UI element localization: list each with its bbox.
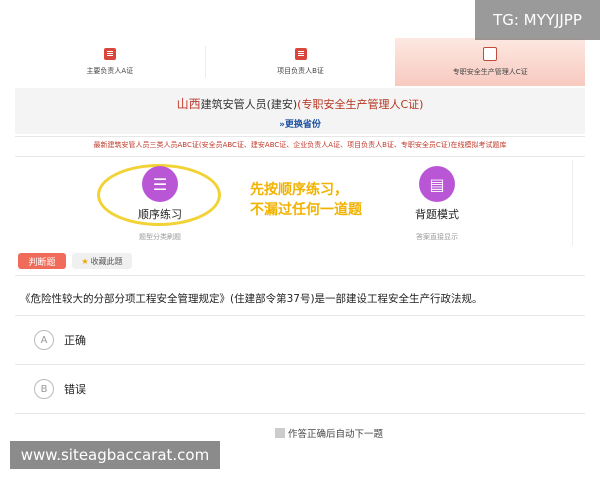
checkbox-icon[interactable]: [275, 428, 285, 438]
tab-label: 项目负责人B证: [277, 67, 324, 75]
divider: [15, 136, 585, 137]
option-a[interactable]: A 正确: [18, 318, 588, 362]
hint-line2: 不漏过任何一道题: [250, 202, 362, 218]
switch-province-link[interactable]: »更换省份: [15, 117, 585, 130]
star-icon: ★: [81, 256, 89, 266]
list-icon: ☰: [142, 166, 178, 202]
mode-name: 顺序练习: [138, 208, 182, 221]
divider: [15, 315, 585, 316]
tab-label: 专职安全生产管理人C证: [452, 68, 528, 76]
title-main: 建筑安管人员(建安): [200, 98, 298, 111]
favorite-button[interactable]: ★ 收藏此题: [72, 253, 132, 269]
option-letter: A: [34, 330, 54, 350]
site-watermark: www.siteagbaccarat.com: [10, 441, 220, 469]
divider: [15, 275, 585, 276]
mode-sequential[interactable]: ☰ 顺序练习 题型分类刷题: [110, 166, 210, 242]
hint-line1: 先按顺序练习，: [250, 182, 348, 198]
option-b[interactable]: B 错误: [18, 367, 588, 411]
tab-c-cert[interactable]: 专职安全生产管理人C证: [395, 38, 586, 86]
title-suffix: (专职安全生产管理人C证): [297, 98, 424, 111]
favorite-label: 收藏此题: [90, 256, 123, 266]
mode-memorize[interactable]: ▤ 背题模式 答案直接显示: [387, 166, 487, 242]
question-text: 《危险性较大的分部分项工程安全管理规定》(住建部令第37号)是一部建设工程安全生…: [20, 293, 483, 305]
hint-text: 先按顺序练习， 不漏过任何一道题: [250, 180, 362, 220]
mode-desc: 答案直接显示: [416, 233, 458, 241]
auto-next-toggle[interactable]: 作答正确后自动下一题: [275, 426, 383, 440]
document-icon: [103, 48, 116, 60]
option-text: 错误: [64, 383, 86, 396]
document-icon: [483, 47, 498, 61]
option-text: 正确: [64, 334, 86, 347]
divider: [15, 364, 585, 365]
region-label: 山西: [176, 97, 201, 111]
mode-name: 背题模式: [415, 208, 459, 221]
mode-desc: 题型分类刷题: [139, 233, 181, 241]
option-letter: B: [34, 379, 54, 399]
tg-watermark: TG: MYYJJPP: [475, 0, 600, 40]
document-icon: [294, 48, 307, 60]
cert-tabs: 主要负责人A证 项目负责人B证 专职安全生产管理人C证: [15, 38, 586, 86]
subtitle: 最新建筑安管人员三类人员ABC证(安全员ABC证、建安ABC证、企业负责人A证、…: [93, 141, 507, 149]
question-type-tag: 判断题: [18, 253, 66, 269]
auto-next-label: 作答正确后自动下一题: [288, 429, 384, 440]
divider: [15, 156, 585, 157]
tab-a-cert[interactable]: 主要负责人A证: [15, 38, 205, 86]
tab-b-cert[interactable]: 项目负责人B证: [205, 38, 396, 86]
divider: [15, 413, 585, 414]
page-title: 山西建筑安管人员(建安)(专职安全生产管理人C证): [15, 95, 585, 112]
tab-label: 主要负责人A证: [86, 67, 134, 75]
book-icon: ▤: [419, 166, 455, 202]
divider: [572, 160, 573, 246]
